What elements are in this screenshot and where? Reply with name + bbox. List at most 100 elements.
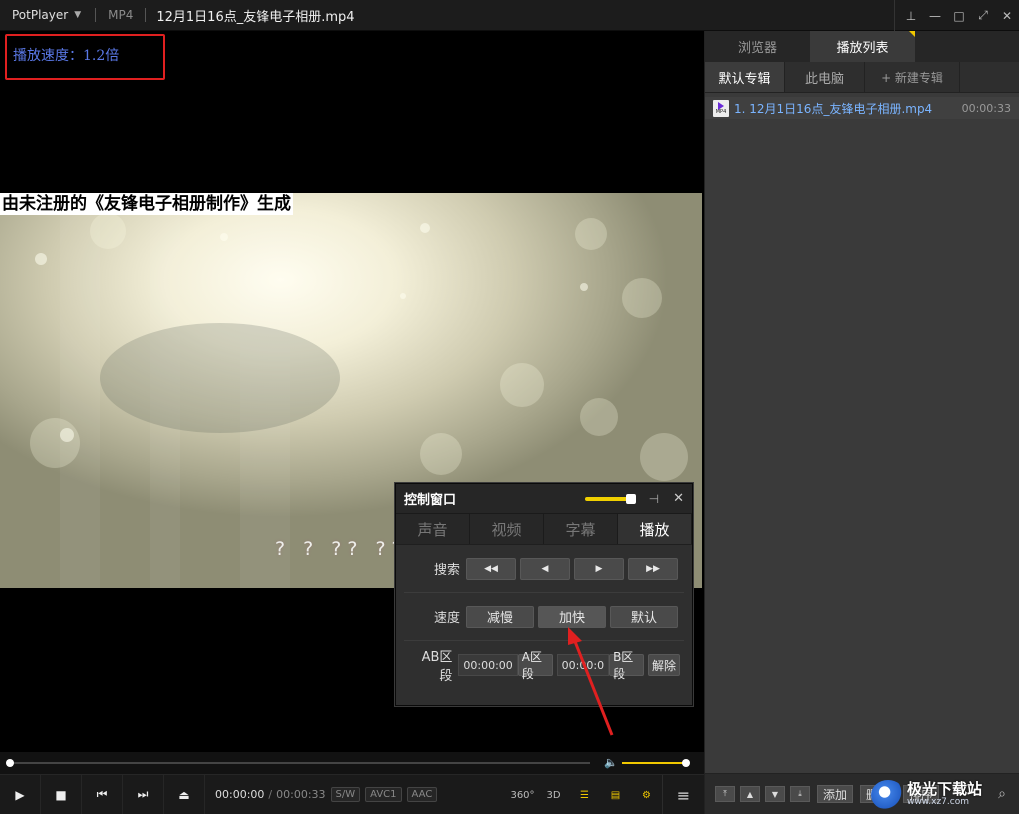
speed-osd-box: 播放速度：1.2倍	[5, 34, 165, 80]
ab-set-a-button[interactable]: A区段	[517, 650, 553, 681]
close-icon[interactable]: ✕	[995, 4, 1019, 28]
tab-video[interactable]: 视频	[470, 514, 544, 544]
tab-subtitle[interactable]: 字幕	[544, 514, 618, 544]
playlist-item-name: 1. 12月1日16点_友锋电子相册.mp4	[734, 101, 933, 116]
hamburger-menu-icon[interactable]: ≡	[662, 775, 704, 814]
volume-icon[interactable]: 🔈	[604, 756, 618, 769]
title-separator	[95, 8, 97, 22]
move-to-top-icon[interactable]: ⤒	[715, 786, 735, 802]
audio-codec-badge[interactable]: AAC	[406, 787, 438, 802]
title-separator	[145, 8, 147, 22]
tab-browser[interactable]: 浏览器	[705, 31, 810, 62]
previous-button[interactable]: ⏮	[82, 774, 123, 814]
mp4-file-icon: MP4	[713, 99, 729, 117]
move-up-icon[interactable]: ▲	[740, 786, 760, 802]
seek-forward-button[interactable]: ▶	[574, 557, 624, 580]
volume-slider-knob[interactable]	[682, 759, 690, 767]
next-icon: ⏭	[137, 787, 149, 801]
playlist-item[interactable]: MP4 1. 12月1日16点_友锋电子相册.mp4 00:00:33	[705, 97, 1019, 119]
pin-on-top-icon[interactable]: ⊥	[899, 4, 923, 28]
seek-bar-knob[interactable]	[6, 759, 14, 767]
eject-button[interactable]: ⏏	[164, 774, 205, 814]
new-album-button[interactable]: + 新建专辑	[865, 62, 960, 92]
close-icon[interactable]: ✕	[673, 491, 684, 506]
tab-playlist-label: 播放列表	[836, 41, 889, 56]
file-title: 12月1日16点_友锋电子相册.mp4	[156, 9, 355, 25]
search-icon[interactable]: ⌕	[998, 786, 1006, 802]
stop-button[interactable]: ■	[41, 774, 82, 814]
move-to-bottom-icon[interactable]: ⤓	[790, 786, 810, 802]
maximize-icon[interactable]: □	[947, 4, 971, 28]
opacity-slider[interactable]	[584, 493, 636, 504]
chevron-left-icon: ◀	[541, 563, 549, 574]
playback-controls: ▶ ■ ⏮ ⏭ ⏏ 00:00:00 / 00:00:33 S/W AVC1 A…	[0, 774, 704, 814]
play-icon: ▶	[15, 787, 25, 802]
seek-back-button[interactable]: ◀	[520, 557, 570, 580]
title-bar: PotPlayer ▼ MP4 12月1日16点_友锋电子相册.mp4 ⊥ — …	[0, 0, 1019, 31]
video-codec-badge[interactable]: AVC1	[365, 787, 402, 802]
ab-repeat-label: AB区段	[421, 650, 453, 684]
settings-gear-icon[interactable]: ⚙	[631, 775, 662, 814]
decoder-badge[interactable]: S/W	[330, 787, 361, 802]
3d-icon[interactable]: 3D	[538, 775, 569, 814]
app-name: PotPlayer	[12, 8, 69, 22]
tab-playlist[interactable]: 播放列表	[810, 31, 915, 62]
seek-back-fast-button[interactable]: ◀◀	[466, 557, 516, 580]
speed-osd-text: 播放速度：1.2倍	[13, 48, 120, 64]
add-button[interactable]: 添加	[817, 785, 854, 803]
ab-clear-button[interactable]: 解除	[647, 654, 680, 676]
active-corner-marker	[909, 31, 915, 37]
subtab-default-album[interactable]: 默认专辑	[705, 62, 785, 92]
previous-icon: ⏮	[96, 787, 108, 801]
opacity-slider-knob[interactable]	[625, 493, 636, 504]
playlist-search-icon[interactable]: ☰	[569, 775, 600, 814]
search-row: 搜索 ◀◀ ◀ ▶ ▶▶	[404, 545, 684, 593]
video-watermark-text: 由未注册的《友锋电子相册制作》生成	[0, 193, 293, 215]
next-button[interactable]: ⏭	[123, 774, 164, 814]
ab-repeat-row: AB区段 00:00:00 A区段 00:00:0 B区段 解除	[404, 641, 684, 689]
pin-icon[interactable]: ⊣	[649, 492, 659, 506]
seek-bar[interactable]	[10, 762, 590, 764]
tab-audio[interactable]: 声音	[396, 514, 470, 544]
control-window-header[interactable]: 控制窗口 ⊣ ✕	[396, 484, 692, 514]
playlist-tabs: 浏览器 播放列表	[705, 31, 1019, 62]
double-chevron-left-icon: ◀◀	[484, 563, 498, 574]
speed-up-button[interactable]: 加快	[538, 605, 606, 628]
play-button[interactable]: ▶	[0, 774, 41, 814]
ab-end-time[interactable]: 00:00:0	[556, 654, 610, 676]
default-speed-button[interactable]: 默认	[610, 605, 678, 628]
tab-playback[interactable]: 播放	[618, 514, 692, 544]
app-menu-button[interactable]: PotPlayer ▼	[0, 0, 91, 31]
subtitle-text: ? ? ?? ??	[275, 538, 408, 560]
volume-slider[interactable]	[622, 762, 686, 764]
stop-icon: ■	[55, 787, 67, 802]
time-separator: /	[268, 788, 273, 801]
speed-label: 速度	[433, 611, 460, 626]
control-window-tabs: 声音 视频 字幕 播放	[396, 514, 692, 545]
control-window-title: 控制窗口	[404, 493, 457, 508]
playlist-item-duration: 00:00:33	[961, 101, 1011, 115]
eject-icon: ⏏	[178, 787, 190, 802]
playlist-subtabs: 默认专辑 此电脑 + 新建专辑	[705, 62, 1019, 93]
ab-set-b-button[interactable]: B区段	[609, 650, 644, 681]
current-time: 00:00:00	[215, 788, 265, 801]
fullscreen-icon[interactable]: ⤢	[971, 4, 995, 28]
search-label: 搜索	[433, 563, 460, 578]
slow-down-button[interactable]: 减慢	[466, 605, 534, 628]
ab-start-time[interactable]: 00:00:00	[458, 654, 518, 676]
playlist-panel: 浏览器 播放列表 默认专辑 此电脑 + 新建专辑 MP4 1. 12月1日16点…	[704, 31, 1019, 814]
vr-360-icon[interactable]: 360°	[507, 775, 538, 814]
site-logo-icon	[871, 779, 905, 810]
chevron-down-icon: ▼	[74, 10, 82, 20]
move-down-icon[interactable]: ▼	[765, 786, 785, 802]
site-url: www.xz7.com	[907, 797, 969, 807]
subtitle-icon[interactable]: ▤	[600, 775, 631, 814]
minimize-icon[interactable]: —	[923, 4, 947, 28]
double-chevron-right-icon: ▶▶	[646, 563, 660, 574]
seek-forward-fast-button[interactable]: ▶▶	[628, 557, 678, 580]
speed-row: 速度 减慢 加快 默认	[404, 593, 684, 641]
subtab-this-pc[interactable]: 此电脑	[785, 62, 865, 92]
total-time: 00:00:33	[276, 788, 326, 801]
format-badge: MP4	[108, 8, 134, 22]
site-name: 极光下载站	[907, 780, 983, 798]
